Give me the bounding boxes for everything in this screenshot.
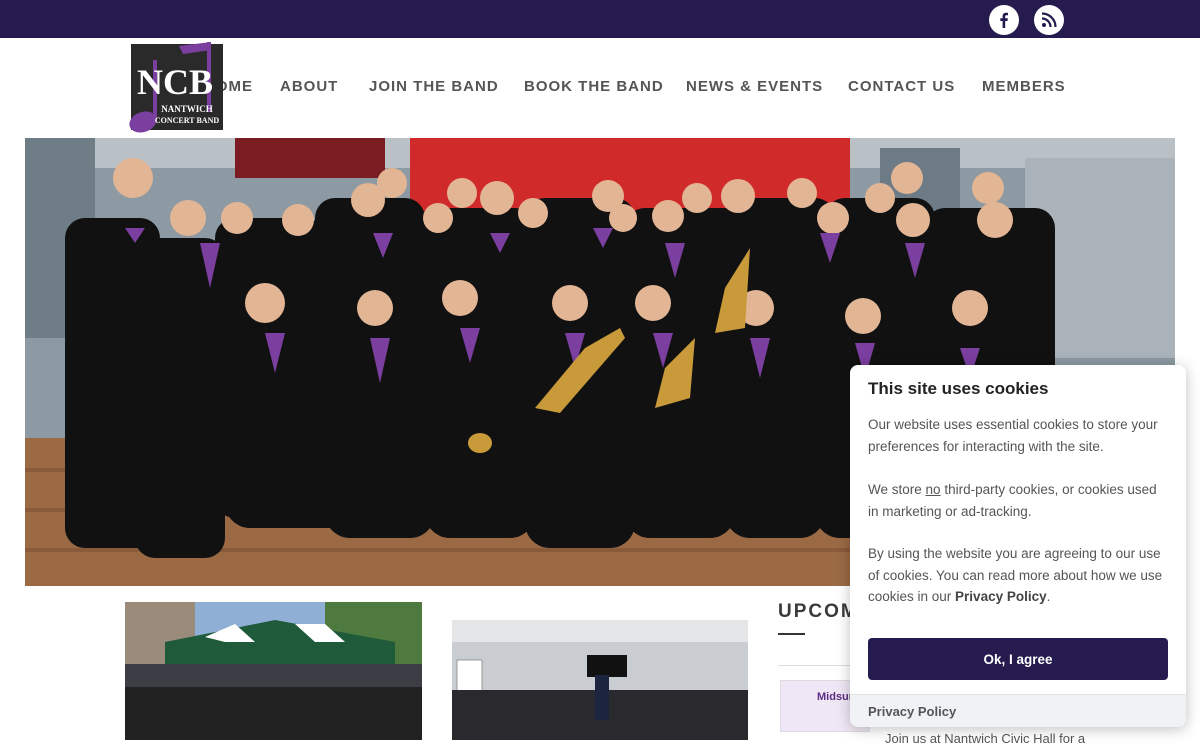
cookie-dialog: This site uses cookies Our website uses … (850, 365, 1186, 727)
logo-initials: NCB (137, 62, 213, 102)
facebook-link[interactable] (989, 5, 1019, 35)
upcoming-underline (778, 633, 805, 635)
rss-icon (1041, 12, 1057, 28)
cookie-text-third-party: We store no third-party cookies, or cook… (868, 482, 1157, 519)
nav-members[interactable]: MEMBERS (982, 78, 1066, 95)
nav-about[interactable]: ABOUT (280, 78, 338, 95)
logo-line1: NANTWICH (161, 104, 213, 114)
rss-link[interactable] (1034, 5, 1064, 35)
privacy-policy-link[interactable]: Privacy Policy (868, 704, 956, 719)
facebook-icon (1000, 12, 1008, 28)
nav-book-the-band[interactable]: BOOK THE BAND (524, 78, 664, 95)
nav-news-events[interactable]: NEWS & EVENTS (686, 78, 823, 95)
top-bar (0, 0, 1200, 38)
event-teaser[interactable]: Join us at Nantwich Civic Hall for a (885, 731, 1085, 746)
news-thumb-marquee[interactable] (125, 602, 422, 740)
news-thumb-concert[interactable] (452, 620, 748, 740)
privacy-policy-inline-link[interactable]: Privacy Policy (955, 589, 1047, 604)
cookie-title: This site uses cookies (868, 379, 1049, 398)
cookie-footer: Privacy Policy (850, 694, 1186, 727)
cookie-text-usage: By using the website you are agreeing to… (868, 546, 1163, 604)
cookie-text-essential: Our website uses essential cookies to st… (868, 417, 1158, 454)
nav-join-the-band[interactable]: JOIN THE BAND (369, 78, 499, 95)
site-logo[interactable]: NCB NANTWICH CONCERT BAND (127, 40, 225, 136)
nav-contact-us[interactable]: CONTACT US (848, 78, 955, 95)
logo-line2: CONCERT BAND (155, 116, 219, 125)
event-divider (778, 665, 858, 666)
cookie-agree-button[interactable]: Ok, I agree (868, 638, 1168, 680)
